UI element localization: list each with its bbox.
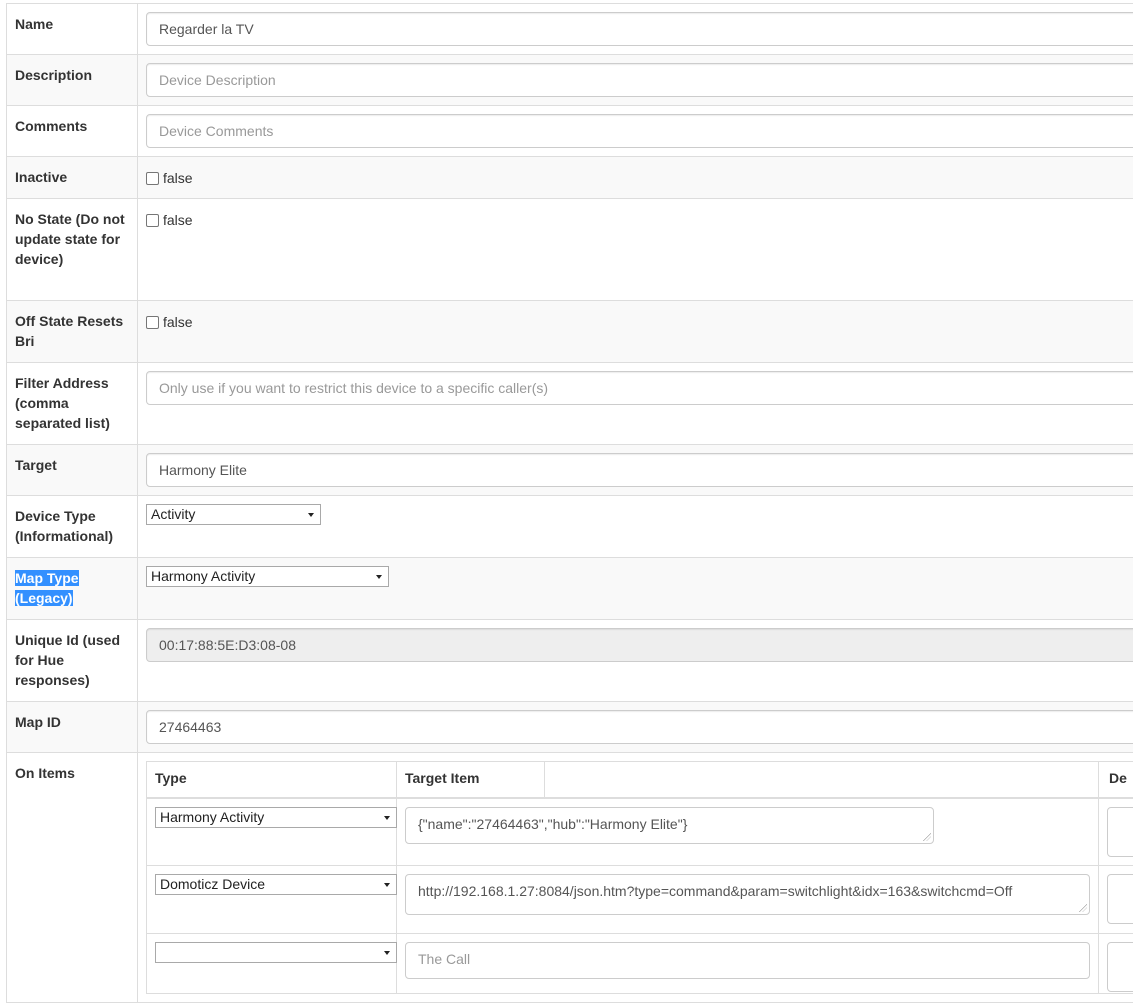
item-target-value: http://192.168.1.27:8084/json.htm?type=c…: [418, 883, 1012, 899]
chevron-down-icon: [384, 883, 390, 887]
chevron-down-icon: [384, 951, 390, 955]
row-filter-address: Filter Address (comma separated list): [7, 363, 1133, 445]
device-type-select[interactable]: Activity: [146, 504, 321, 525]
name-input[interactable]: [146, 12, 1133, 46]
on-items-label: On Items: [7, 753, 138, 1003]
target-label: Target: [7, 445, 138, 496]
row-no-state: No State (Do not update state for device…: [7, 199, 1133, 301]
col-target-item: Target Item: [397, 762, 545, 798]
resize-grip-icon[interactable]: [1079, 904, 1087, 912]
item-target-placeholder: The Call: [418, 951, 470, 967]
inactive-checkbox[interactable]: [146, 172, 159, 185]
target-input[interactable]: [146, 453, 1133, 487]
row-device-type: Device Type (Informational) Activity: [7, 496, 1133, 558]
item-description-textarea[interactable]: [1107, 807, 1133, 857]
filter-address-input[interactable]: [146, 371, 1133, 405]
no-state-checkbox[interactable]: [146, 214, 159, 227]
row-description: Description: [7, 55, 1133, 106]
col-blank: [545, 762, 1099, 798]
row-unique-id: Unique Id (used for Hue responses): [7, 620, 1133, 702]
row-map-id: Map ID: [7, 702, 1133, 753]
map-type-label: Map Type (Legacy): [15, 570, 79, 606]
chevron-down-icon: [308, 513, 314, 517]
device-type-value: Activity: [151, 506, 195, 522]
no-state-checkbox-group: false: [146, 210, 1133, 230]
map-id-label: Map ID: [7, 702, 138, 753]
off-state-checkbox-group: false: [146, 312, 1133, 332]
row-inactive: Inactive false: [7, 157, 1133, 199]
comments-label: Comments: [7, 106, 138, 157]
description-input[interactable]: [146, 63, 1133, 97]
row-comments: Comments: [7, 106, 1133, 157]
item-type-select[interactable]: [155, 942, 397, 963]
unique-id-input[interactable]: [146, 628, 1133, 662]
row-name: Name: [7, 4, 1133, 55]
col-de: De: [1099, 762, 1133, 798]
map-type-select[interactable]: Harmony Activity: [146, 566, 389, 587]
off-state-value: false: [163, 314, 193, 330]
inactive-value: false: [163, 170, 193, 186]
chevron-down-icon: [376, 575, 382, 579]
off-state-label: Off State Resets Bri: [7, 301, 138, 363]
item-type-select[interactable]: Domoticz Device: [155, 874, 397, 895]
filter-address-label: Filter Address (comma separated list): [7, 363, 138, 445]
item-type-select[interactable]: Harmony Activity: [155, 807, 397, 828]
chevron-down-icon: [384, 816, 390, 820]
item-type-value: Harmony Activity: [160, 809, 264, 825]
item-target-textarea[interactable]: The Call: [405, 942, 1090, 979]
row-map-type: Map Type (Legacy) Harmony Activity: [7, 558, 1133, 620]
row-target: Target: [7, 445, 1133, 496]
no-state-label: No State (Do not update state for device…: [7, 199, 138, 301]
item-description-textarea[interactable]: [1107, 874, 1133, 924]
col-type: Type: [147, 762, 397, 798]
row-on-items: On Items Type Target Item De: [7, 753, 1133, 1003]
off-state-checkbox[interactable]: [146, 316, 159, 329]
on-items-table: Type Target Item De Harmony Activity: [146, 761, 1133, 994]
item-type-value: Domoticz Device: [160, 876, 265, 892]
table-row: Domoticz Device http://192.168.1.27:8084…: [147, 866, 1133, 934]
device-type-label: Device Type (Informational): [7, 496, 138, 558]
row-off-state: Off State Resets Bri false: [7, 301, 1133, 363]
description-label: Description: [7, 55, 138, 106]
item-target-textarea[interactable]: http://192.168.1.27:8084/json.htm?type=c…: [405, 874, 1090, 915]
inactive-checkbox-group: false: [146, 168, 1133, 188]
device-edit-form: Name Description Comments Inactive false…: [6, 3, 1133, 1003]
comments-input[interactable]: [146, 114, 1133, 148]
map-type-value: Harmony Activity: [151, 568, 255, 584]
item-description-textarea[interactable]: [1107, 942, 1133, 992]
name-label: Name: [7, 4, 138, 55]
item-target-value: {"name":"27464463","hub":"Harmony Elite"…: [418, 816, 687, 832]
table-row: Harmony Activity {"name":"27464463","hub…: [147, 798, 1133, 866]
map-id-input[interactable]: [146, 710, 1133, 744]
inactive-label: Inactive: [7, 157, 138, 199]
item-target-textarea[interactable]: {"name":"27464463","hub":"Harmony Elite"…: [405, 807, 934, 844]
resize-grip-icon[interactable]: [923, 833, 931, 841]
unique-id-label: Unique Id (used for Hue responses): [7, 620, 138, 702]
no-state-value: false: [163, 212, 193, 228]
